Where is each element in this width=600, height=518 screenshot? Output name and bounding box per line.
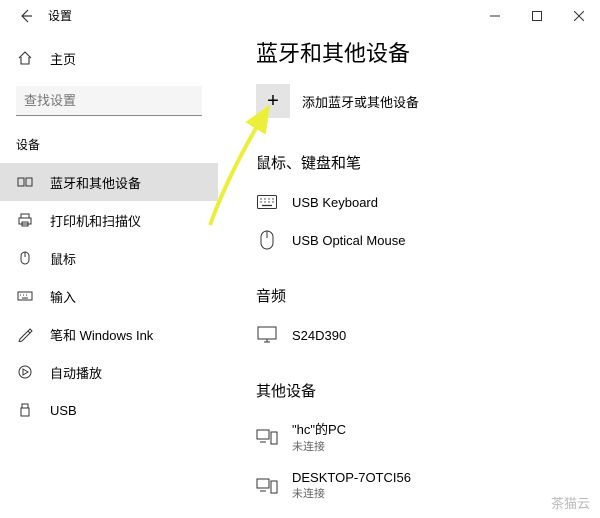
sidebar: 主页 设备 蓝牙和其他设备 打印机和扫描仪 鼠标 [0,32,218,518]
maximize-button[interactable] [516,1,558,31]
device-status: 未连接 [292,438,346,454]
group-title-other: 其他设备 [256,380,600,401]
computer-icon [256,475,278,497]
sidebar-item-usb[interactable]: USB [0,391,218,429]
device-name: S24D390 [292,328,346,343]
search-box[interactable] [16,86,202,116]
nav-label: 蓝牙和其他设备 [50,173,141,192]
device-name: "hc"的PC [292,419,346,438]
sidebar-item-autoplay[interactable]: 自动播放 [0,353,218,391]
usb-icon [16,401,34,419]
monitor-icon [256,324,278,346]
sidebar-item-typing[interactable]: 输入 [0,277,218,315]
device-name: USB Keyboard [292,195,378,210]
add-device-button[interactable]: + 添加蓝牙或其他设备 [256,84,600,118]
nav-label: USB [50,403,77,418]
home-label: 主页 [50,49,76,68]
watermark: 茶猫云 [551,493,590,512]
content-area: 蓝牙和其他设备 + 添加蓝牙或其他设备 鼠标、键盘和笔 USB Keyboard… [218,32,600,518]
printer-icon [16,211,34,229]
sidebar-item-printers[interactable]: 打印机和扫描仪 [0,201,218,239]
keyboard-icon [16,287,34,305]
add-device-label: 添加蓝牙或其他设备 [302,92,419,111]
pen-icon [16,325,34,343]
sidebar-item-pen[interactable]: 笔和 Windows Ink [0,315,218,353]
nav-label: 自动播放 [50,363,102,382]
page-title: 蓝牙和其他设备 [256,36,600,68]
plus-icon: + [256,84,290,118]
device-name: DESKTOP-7OTCI56 [292,470,411,485]
autoplay-icon [16,363,34,381]
window-controls [474,1,600,31]
group-title-input-devices: 鼠标、键盘和笔 [256,152,600,173]
device-mouse[interactable]: USB Optical Mouse [256,221,600,259]
device-monitor[interactable]: S24D390 [256,316,600,354]
mouse-icon [16,249,34,267]
sidebar-item-mouse[interactable]: 鼠标 [0,239,218,277]
nav-label: 笔和 Windows Ink [50,325,153,344]
home-icon [16,49,34,67]
minimize-icon [490,11,500,21]
search-input[interactable] [24,93,200,108]
app-title: 设置 [48,7,72,24]
mouse-icon [256,229,278,251]
back-arrow-icon [18,8,34,24]
group-title-audio: 音频 [256,285,600,306]
device-name: USB Optical Mouse [292,233,405,248]
nav-label: 鼠标 [50,249,76,268]
nav-label: 输入 [50,287,76,306]
close-button[interactable] [558,1,600,31]
device-keyboard[interactable]: USB Keyboard [256,183,600,221]
keyboard-icon [256,191,278,213]
nav-label: 打印机和扫描仪 [50,211,141,230]
bluetooth-devices-icon [16,173,34,191]
back-button[interactable] [12,2,40,30]
sidebar-home[interactable]: 主页 [0,40,218,76]
sidebar-item-bluetooth[interactable]: 蓝牙和其他设备 [0,163,218,201]
computer-icon [256,426,278,448]
sidebar-section-label: 设备 [0,130,218,163]
device-status: 未连接 [292,485,411,501]
close-icon [574,11,584,21]
device-pc-3[interactable]: DESKTOP-TIBILDM [256,509,600,518]
device-pc-2[interactable]: DESKTOP-7OTCI56 未连接 [256,462,600,509]
minimize-button[interactable] [474,1,516,31]
maximize-icon [532,11,542,21]
titlebar: 设置 [0,0,600,32]
device-pc-1[interactable]: "hc"的PC 未连接 [256,411,600,462]
